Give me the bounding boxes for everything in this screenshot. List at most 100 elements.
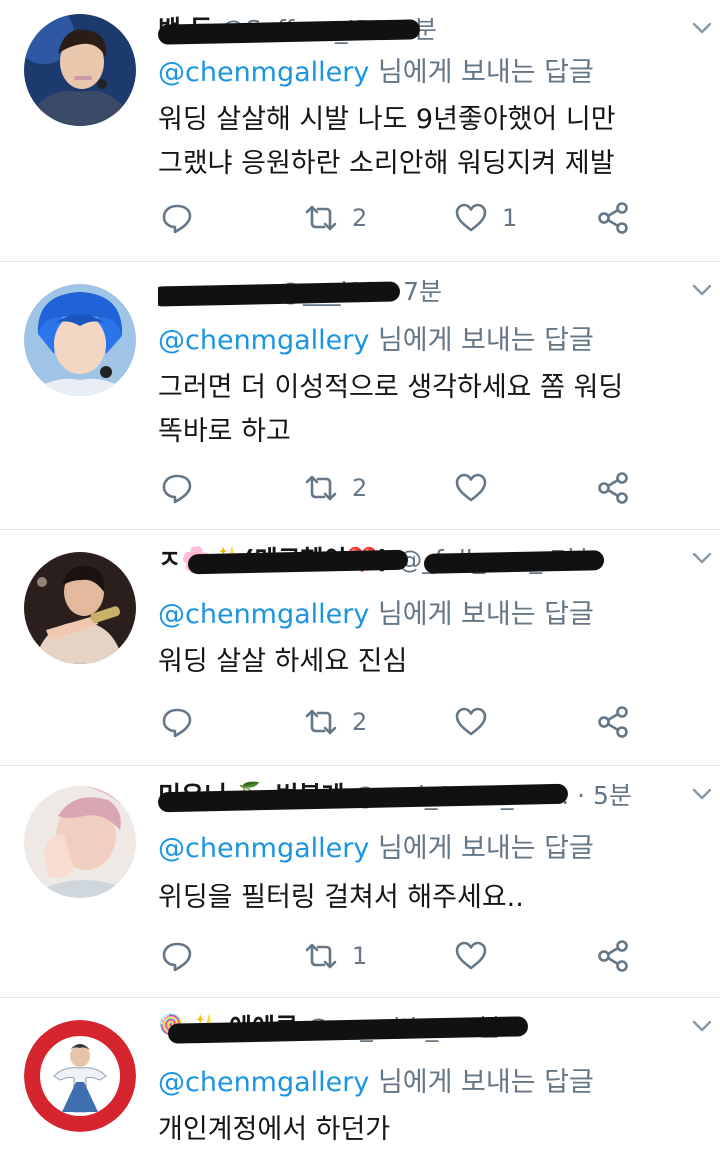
chevron-down-icon	[692, 552, 712, 564]
avatar-photo	[24, 1020, 136, 1132]
more-options-button[interactable]	[690, 546, 714, 570]
tweet[interactable]: 미우니 🍒 번블레 @real_1127_05... · 5분 @chenmga…	[0, 766, 720, 998]
tweet-text-line: 위딩을 필터링 걸쳐서 해주세요..	[158, 882, 524, 913]
reply-icon	[162, 942, 192, 972]
replying-to: @chenmgallery 님에게 보내는 답글	[158, 1064, 594, 1102]
retweet-count: 1	[352, 942, 368, 970]
reply-button[interactable]	[160, 196, 194, 240]
like-button[interactable]: 1	[454, 196, 517, 240]
replying-to-handle[interactable]: @chenmgallery	[158, 325, 369, 356]
more-options-button[interactable]	[690, 782, 714, 806]
retweet-icon	[305, 205, 337, 231]
chevron-down-icon	[692, 22, 712, 34]
replying-to-handle[interactable]: @chenmgallery	[158, 57, 369, 88]
tweet-header: 백 등 @Saffron_ID · 8분	[158, 12, 678, 48]
avatar-photo	[24, 786, 136, 898]
like-icon	[455, 473, 487, 502]
replying-to: @chenmgallery 님에게 보내는 답글	[158, 830, 594, 868]
share-button[interactable]	[596, 700, 630, 744]
tweet-header: @___l12 · 7분	[158, 274, 678, 310]
tweet-text-line: 그러면 더 이성적으로 생각하세요 쫌 워딩	[158, 372, 624, 403]
share-button[interactable]	[596, 196, 630, 240]
separator-dot: ·	[577, 781, 586, 810]
avatar[interactable]	[24, 1020, 136, 1132]
redaction-mark	[423, 550, 605, 574]
tweet-text-line: 개인계정에서 하던가	[158, 1114, 391, 1145]
retweet-count: 2	[352, 708, 368, 736]
avatar[interactable]	[24, 284, 136, 396]
tweet-header: ㅈ🌸✨(메르헨이❤️) @_fall_exo_ 7분	[158, 542, 678, 578]
more-options-button[interactable]	[690, 278, 714, 302]
retweet-button[interactable]: 2	[304, 466, 367, 510]
share-icon	[598, 472, 628, 504]
avatar-photo	[24, 552, 136, 664]
like-count: 1	[502, 204, 518, 232]
reply-icon	[162, 708, 192, 738]
reply-icon	[162, 474, 192, 504]
tweet-text: 개인계정에서 하던가	[158, 1108, 698, 1152]
replying-to-handle[interactable]: @chenmgallery	[158, 599, 369, 630]
chevron-down-icon	[692, 788, 712, 800]
retweet-button[interactable]: 2	[304, 196, 367, 240]
reply-button[interactable]	[160, 700, 194, 744]
replying-to-suffix: 님에게 보내는 답글	[377, 1067, 594, 1098]
tweet-text-line: 똑바로 하고	[158, 416, 291, 447]
action-bar: 2	[158, 700, 678, 744]
more-options-button[interactable]	[690, 16, 714, 40]
tweet-header: 🍭✨ 에에루 @xo_with_u 7분	[158, 1010, 678, 1046]
tweet[interactable]: 백 등 @Saffron_ID · 8분 @chenmgallery 님에게 보…	[0, 0, 720, 262]
chevron-down-icon	[692, 1020, 712, 1032]
like-button[interactable]	[454, 934, 502, 978]
replying-to: @chenmgallery 님에게 보내는 답글	[158, 596, 594, 634]
avatar[interactable]	[24, 786, 136, 898]
tweet-text-line: 그랬냐 응원하란 소리안해 워딩지켜 제발	[158, 148, 615, 179]
tweet-text-line: 워딩 살살 하세요 진심	[158, 646, 408, 677]
retweet-icon	[305, 943, 337, 969]
tweet-header: 미우니 🍒 번블레 @real_1127_05... · 5분	[158, 778, 678, 814]
reply-icon	[162, 204, 192, 234]
tweet[interactable]: @___l12 · 7분 @chenmgallery 님에게 보내는 답글 그러…	[0, 262, 720, 530]
redaction-mark	[158, 19, 421, 45]
share-button[interactable]	[596, 466, 630, 510]
replying-to-handle[interactable]: @chenmgallery	[158, 833, 369, 864]
action-bar: 2 1	[158, 196, 678, 240]
retweet-button[interactable]: 1	[304, 934, 367, 978]
tweet-text-line: 워딩 살살해 시발 나도 9년좋아했어 니만	[158, 104, 616, 135]
tweet-text: 워딩 살살해 시발 나도 9년좋아했어 니만 그랬냐 응원하란 소리안해 워딩지…	[158, 98, 698, 186]
like-button[interactable]	[454, 700, 502, 744]
tweet-text: 위딩을 필터링 걸쳐서 해주세요..	[158, 876, 698, 920]
tweet[interactable]: ㅈ🌸✨(메르헨이❤️) @_fall_exo_ 7분 @chenmgallery…	[0, 530, 720, 766]
share-button[interactable]	[596, 934, 630, 978]
replying-to: @chenmgallery 님에게 보내는 답글	[158, 54, 594, 92]
action-bar: 2	[158, 466, 678, 510]
more-options-button[interactable]	[690, 1014, 714, 1038]
replying-to-suffix: 님에게 보내는 답글	[377, 325, 594, 356]
timestamp[interactable]: 5분	[593, 781, 632, 810]
like-icon	[455, 941, 487, 970]
reply-button[interactable]	[160, 934, 194, 978]
replying-to-suffix: 님에게 보내는 답글	[377, 833, 594, 864]
replying-to-handle[interactable]: @chenmgallery	[158, 1067, 369, 1098]
replying-to: @chenmgallery 님에게 보내는 답글	[158, 322, 594, 360]
avatar-photo	[24, 14, 136, 126]
tweet-text: 그러면 더 이성적으로 생각하세요 쫌 워딩 똑바로 하고	[158, 366, 698, 454]
reply-button[interactable]	[160, 466, 194, 510]
avatar[interactable]	[24, 14, 136, 126]
timestamp[interactable]: 7분	[403, 277, 442, 306]
like-button[interactable]	[454, 466, 502, 510]
tweet-text: 워딩 살살 하세요 진심	[158, 640, 698, 684]
avatar[interactable]	[24, 552, 136, 664]
tweet[interactable]: 🍭✨ 에에루 @xo_with_u 7분 @chenmgallery 님에게 보…	[0, 998, 720, 1153]
share-icon	[598, 940, 628, 972]
replying-to-suffix: 님에게 보내는 답글	[377, 599, 594, 630]
chevron-down-icon	[692, 284, 712, 296]
replying-to-suffix: 님에게 보내는 답글	[377, 57, 594, 88]
like-icon	[455, 707, 487, 736]
like-icon	[455, 203, 487, 232]
avatar-photo	[24, 284, 136, 396]
retweet-icon	[305, 709, 337, 735]
retweet-button[interactable]: 2	[304, 700, 367, 744]
share-icon	[598, 202, 628, 234]
retweet-count: 2	[352, 474, 368, 502]
retweet-icon	[305, 475, 337, 501]
